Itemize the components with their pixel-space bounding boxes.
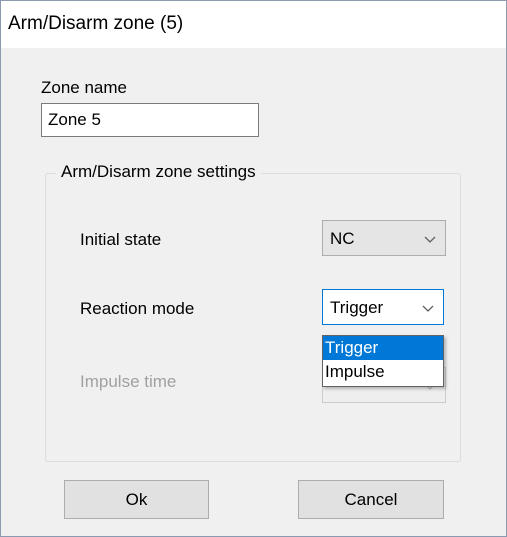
dropdown-option-trigger[interactable]: Trigger	[323, 336, 443, 360]
reaction-mode-value: Trigger	[330, 298, 384, 317]
chevron-down-icon	[422, 305, 434, 312]
impulse-time-label: Impulse time	[80, 372, 177, 391]
reaction-mode-label: Reaction mode	[80, 299, 195, 318]
arm-disarm-zone-dialog: Arm/Disarm zone (5) Zone name Zone 5 Arm…	[0, 0, 507, 537]
dropdown-option-impulse[interactable]: Impulse	[323, 360, 443, 384]
window-title: Arm/Disarm zone (5)	[8, 13, 184, 34]
reaction-mode-combobox[interactable]: Trigger	[322, 289, 444, 325]
ok-button[interactable]: Ok	[64, 480, 209, 519]
settings-group-caption: Arm/Disarm zone settings	[56, 162, 261, 182]
reaction-mode-dropdown-list: Trigger Impulse	[322, 335, 444, 387]
cancel-button[interactable]: Cancel	[298, 480, 444, 519]
initial-state-label: Initial state	[80, 230, 162, 249]
initial-state-value: NC	[330, 229, 355, 248]
zone-name-input[interactable]: Zone 5	[41, 103, 259, 137]
zone-name-label: Zone name	[41, 78, 127, 97]
chevron-down-icon	[424, 236, 436, 243]
title-bar[interactable]: Arm/Disarm zone (5)	[1, 1, 506, 48]
initial-state-combobox[interactable]: NC	[322, 220, 446, 256]
